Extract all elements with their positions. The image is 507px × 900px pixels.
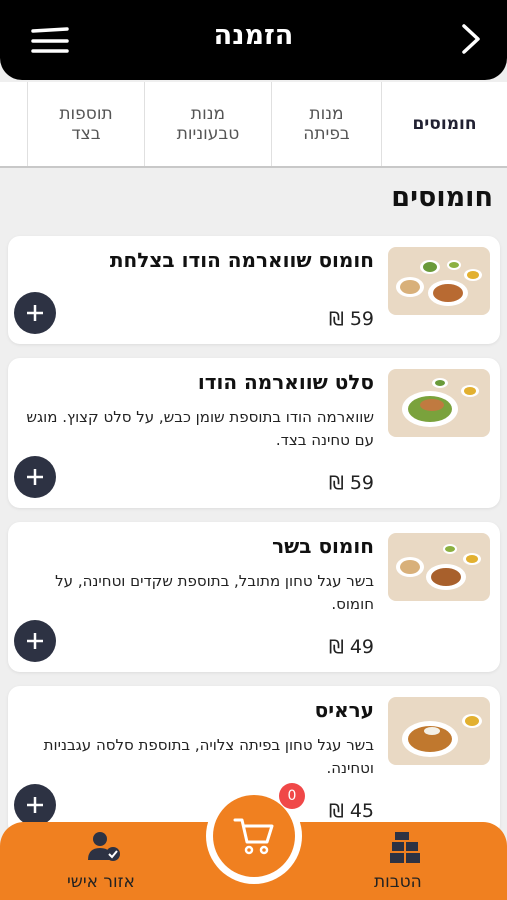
gift-boxes-icon[interactable] (389, 830, 421, 864)
item-price: 45 ₪ (328, 800, 374, 822)
plus-icon (27, 633, 43, 649)
item-price: 59 ₪ (328, 308, 374, 330)
dish-image (388, 369, 490, 437)
plus-icon (27, 469, 43, 485)
hamburger-menu-icon[interactable] (30, 27, 70, 55)
dish-image (388, 533, 490, 601)
add-button[interactable] (14, 620, 56, 662)
item-name: חומוס בשר (272, 534, 374, 558)
item-name: סלט שווארמה הודו (197, 370, 374, 394)
tab-vegan-dishes[interactable]: מנות טבעוניות (144, 82, 271, 166)
user-check-icon[interactable] (87, 830, 121, 862)
nav-benefits-label[interactable]: הטבות (374, 872, 422, 892)
item-price: 59 ₪ (328, 472, 374, 494)
menu-item-card[interactable]: חומוס בשר בשר עגל טחון מתובל, בתוספת שקד… (8, 522, 500, 672)
shopping-cart-icon (233, 818, 274, 855)
add-button[interactable] (14, 456, 56, 498)
plus-icon (27, 797, 43, 813)
plus-icon (27, 305, 43, 321)
item-name: עראיס (314, 698, 374, 722)
chevron-right-icon[interactable] (456, 22, 486, 56)
category-tabs: חומוסים מנות בפיתה מנות טבעוניות תוספות … (0, 82, 507, 168)
item-description: שווארמה הודו בתוספת שומן כבש, על סלט קצו… (26, 408, 374, 449)
dish-image (388, 247, 490, 315)
tab-side-dishes[interactable]: תוספות בצד (27, 82, 144, 166)
menu-item-card[interactable]: חומוס שווארמה הודו בצלחת 59 ₪ (8, 236, 500, 344)
item-description: בשר עגל טחון בפיתה צלויה, בתוספת סלסה עג… (43, 736, 374, 777)
cart-button[interactable] (213, 795, 295, 877)
page-title: הזמנה (213, 20, 294, 51)
tab-pita-dishes[interactable]: מנות בפיתה (271, 82, 381, 166)
app-header: הזמנה (0, 0, 507, 80)
item-price: 49 ₪ (328, 636, 374, 658)
dish-image (388, 697, 490, 765)
add-button[interactable] (14, 292, 56, 334)
add-button[interactable] (14, 784, 56, 826)
nav-personal-area-label[interactable]: אזור אישי (67, 872, 135, 892)
section-title: חומוסים (391, 182, 493, 213)
menu-item-card[interactable]: סלט שווארמה הודו שווארמה הודו בתוספת שומ… (8, 358, 500, 508)
item-name: חומוס שווארמה הודו בצלחת (109, 248, 374, 272)
item-description: בשר עגל טחון מתובל, בתוספת שקדים וטחינה,… (55, 572, 374, 613)
tab-hummus[interactable]: חומוסים (381, 82, 507, 166)
cart-count-badge: 0 (279, 783, 305, 809)
